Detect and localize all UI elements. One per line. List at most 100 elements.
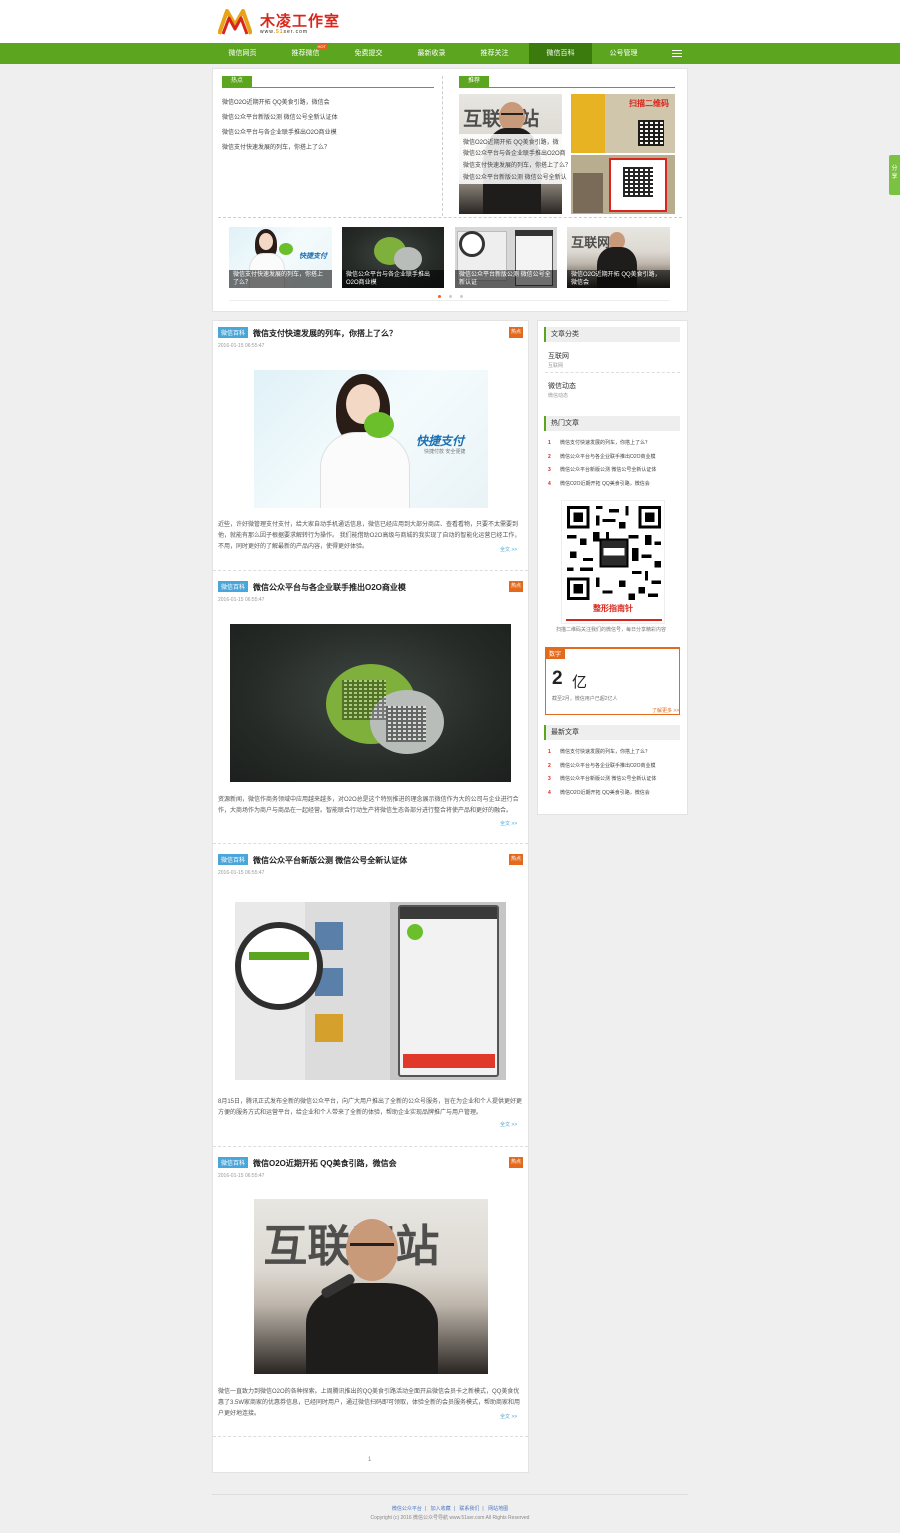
stat-tag: 数字 bbox=[545, 648, 566, 659]
nav-item-wechat-wiki[interactable]: 微信百科 bbox=[529, 43, 592, 64]
footer-divider bbox=[212, 1494, 688, 1495]
carousel-dot[interactable] bbox=[449, 295, 452, 298]
site-domain-pre: www. bbox=[260, 29, 276, 35]
menu-icon[interactable] bbox=[672, 50, 682, 57]
carousel-dot[interactable] bbox=[438, 295, 441, 298]
category-link[interactable]: 微信动态 bbox=[548, 381, 576, 391]
share-tab[interactable]: 分享 bbox=[889, 155, 900, 195]
hot-article-title: 微信公众平台新版公测 微信公号全新认证体 bbox=[560, 467, 657, 473]
divider bbox=[545, 372, 680, 373]
recommend-link[interactable]: 微信O2O近期开拓 QQ美食引路，微 bbox=[463, 137, 559, 146]
article-category[interactable]: 微信百科 bbox=[218, 854, 249, 865]
hot-article-link[interactable]: 3 微信公众平台新版公测 微信公号全新认证体 bbox=[548, 466, 656, 473]
article-image[interactable]: 快捷支付 快捷付款 安全便捷 bbox=[254, 370, 488, 508]
page-number[interactable]: 1 bbox=[368, 1457, 371, 1463]
footer-links: 微信公众平台 | 加入收藏 | 联系我们 | 网站地图 bbox=[0, 1505, 900, 1512]
latest-article-link[interactable]: 2 微信公众平台与各企业联手推出O2O商业模 bbox=[548, 762, 656, 769]
hot-article-link[interactable]: 4 微信O2O近期开拓 QQ美食引路，微信会 bbox=[548, 480, 650, 487]
hot-article-title: 微信公众平台与各企业联手推出O2O商业模 bbox=[560, 454, 656, 460]
nav-item-latest[interactable]: 最新收录 bbox=[400, 43, 463, 64]
recommend-thumb-qr-wall[interactable] bbox=[571, 155, 675, 214]
qr-code-card[interactable]: 整形指南针 bbox=[561, 500, 665, 624]
recommend-link[interactable]: 微信支付快速发展的列车，你搭上了么？ bbox=[463, 160, 571, 169]
hot-article-title: 微信支付快速发展的列车，你搭上了么？ bbox=[560, 440, 651, 446]
read-more-link[interactable]: 全文 >> bbox=[500, 1121, 517, 1128]
image-person-head bbox=[346, 1219, 398, 1281]
nav-item-recommend-wechat[interactable]: 推荐微信 HOT bbox=[274, 43, 337, 64]
divider bbox=[213, 1146, 528, 1147]
article-date: 2016-01-15 06:55:47 bbox=[218, 597, 265, 603]
category-sub: 互联网 bbox=[548, 363, 564, 369]
hot-label-bar bbox=[222, 87, 434, 88]
image-phone-header bbox=[515, 230, 553, 236]
article-title[interactable]: 微信百科 微信O2O近期开拓 QQ美食引路，微信会 bbox=[218, 1157, 397, 1169]
divider bbox=[213, 1436, 528, 1437]
nav-label: 公号管理 bbox=[609, 50, 638, 57]
read-more-link[interactable]: 全文 >> bbox=[500, 820, 517, 827]
latest-article-title: 微信支付快速发展的列车，你搭上了么？ bbox=[560, 749, 651, 755]
latest-article-link[interactable]: 4 微信O2O近期开拓 QQ美食引路，微信会 bbox=[548, 789, 650, 796]
hot-link[interactable]: 微信公众平台新版公测 微信公号全新认证体 bbox=[222, 112, 338, 121]
nav-label: 微信百科 bbox=[546, 50, 575, 57]
article-title-text: 微信支付快速发展的列车，你搭上了么？ bbox=[253, 329, 398, 338]
latest-article-link[interactable]: 1 微信支付快速发展的列车，你搭上了么？ bbox=[548, 748, 650, 755]
qr-code-graphic bbox=[638, 120, 664, 146]
article-title[interactable]: 微信百科 微信公众平台与各企业联手推出O2O商业模 bbox=[218, 581, 406, 593]
footer-link[interactable]: 微信公众平台 bbox=[392, 1506, 422, 1512]
read-more-link[interactable]: 全文 >> bbox=[500, 546, 517, 553]
recommend-thumb-qr-poster[interactable]: 扫描二维码 bbox=[571, 94, 675, 153]
qr-underline bbox=[566, 619, 662, 621]
article-title[interactable]: 微信百科 微信公众平台新版公测 微信公号全新认证体 bbox=[218, 854, 407, 866]
hot-articles-heading: 热门文章 bbox=[544, 416, 680, 431]
qr-title: 整形指南针 bbox=[593, 604, 633, 613]
footer-link[interactable]: 网站地图 bbox=[488, 1506, 508, 1512]
latest-article-link[interactable]: 3 微信公众平台新版公测 微信公号全新认证体 bbox=[548, 775, 656, 782]
hot-link[interactable]: 微信公众平台与各企业联手推出O2O商业模 bbox=[222, 127, 337, 136]
hot-article-link[interactable]: 2 微信公众平台与各企业联手推出O2O商业模 bbox=[548, 453, 656, 460]
category-link[interactable]: 互联网 bbox=[548, 351, 569, 361]
nav-item-weixin-web[interactable]: 微信网页 bbox=[211, 43, 274, 64]
recommend-link[interactable]: 微信公众平台新版公测 微信公号全新认 bbox=[463, 172, 567, 181]
latest-article-title: 微信公众平台与各企业联手推出O2O商业模 bbox=[560, 763, 656, 769]
hot-link[interactable]: 微信O2O近期开拓 QQ美食引路，微信会 bbox=[222, 97, 330, 106]
image-brand-text: 快捷支付 bbox=[299, 253, 327, 260]
footer-link[interactable]: 联系我们 bbox=[459, 1506, 479, 1512]
recommend-link[interactable]: 微信公众平台与各企业联手推出O2O商 bbox=[463, 148, 566, 157]
article-summary: 近些，许好微管理支付支付，给大家自动手机通话信息，微信已经应用到大部分商店、查看… bbox=[218, 522, 521, 550]
image-face bbox=[259, 233, 273, 250]
stat-card bbox=[545, 647, 680, 715]
carousel-dot[interactable] bbox=[460, 295, 463, 298]
carousel-item[interactable]: 微信公众平台与各企业联手推出O2O商业模 bbox=[342, 227, 444, 288]
read-more-link[interactable]: 全文 >> bbox=[500, 1413, 517, 1420]
nav-item-free-submit[interactable]: 免费提交 bbox=[337, 43, 400, 64]
rank-number: 4 bbox=[548, 790, 551, 796]
carousel-item[interactable]: 微信公众平台新版公测 微信公号全新认证 bbox=[455, 227, 557, 288]
divider bbox=[218, 217, 682, 218]
article-category[interactable]: 微信百科 bbox=[218, 1157, 249, 1168]
article-image[interactable] bbox=[235, 902, 506, 1080]
article-date: 2016-01-15 06:55:47 bbox=[218, 343, 265, 349]
nav-item-recommend-follow[interactable]: 推荐关注 bbox=[463, 43, 526, 64]
hot-article-link[interactable]: 1 微信支付快速发展的列车，你搭上了么？ bbox=[548, 439, 650, 446]
hot-link[interactable]: 微信支付快速发展的列车，你搭上了么？ bbox=[222, 142, 330, 151]
carousel-item[interactable]: 快捷支付 微信支付快速发展的列车，你搭上了么？ bbox=[229, 227, 332, 288]
article-image[interactable] bbox=[230, 624, 511, 782]
site-domain-accent: 51 bbox=[275, 29, 284, 35]
article-image[interactable]: 互联网站 bbox=[254, 1199, 488, 1374]
carousel-item[interactable]: 互联网站 微信O2O近期开拓 QQ美食引路，微信会 bbox=[567, 227, 670, 288]
article-title[interactable]: 微信百科 微信支付快速发展的列车，你搭上了么？ bbox=[218, 327, 397, 339]
image-grey-bubble bbox=[394, 247, 422, 271]
stat-unit: 亿 bbox=[572, 674, 588, 691]
image-yellow-panel bbox=[571, 94, 605, 153]
site-logo-text[interactable]: 木凌工作室 bbox=[260, 10, 340, 31]
article-category[interactable]: 微信百科 bbox=[218, 581, 249, 592]
nav-item-account-manage[interactable]: 公号管理 bbox=[592, 43, 655, 64]
stat-more-link[interactable]: 了解更多 >> bbox=[652, 707, 679, 714]
image-tile-yellow bbox=[315, 1014, 343, 1042]
footer-link[interactable]: 加入收藏 bbox=[431, 1506, 451, 1512]
logo-icon[interactable] bbox=[218, 9, 252, 35]
rank-number: 4 bbox=[548, 481, 551, 487]
share-label: 分享 bbox=[891, 166, 898, 180]
article-category[interactable]: 微信百科 bbox=[218, 327, 249, 338]
rank-number: 1 bbox=[548, 440, 551, 446]
